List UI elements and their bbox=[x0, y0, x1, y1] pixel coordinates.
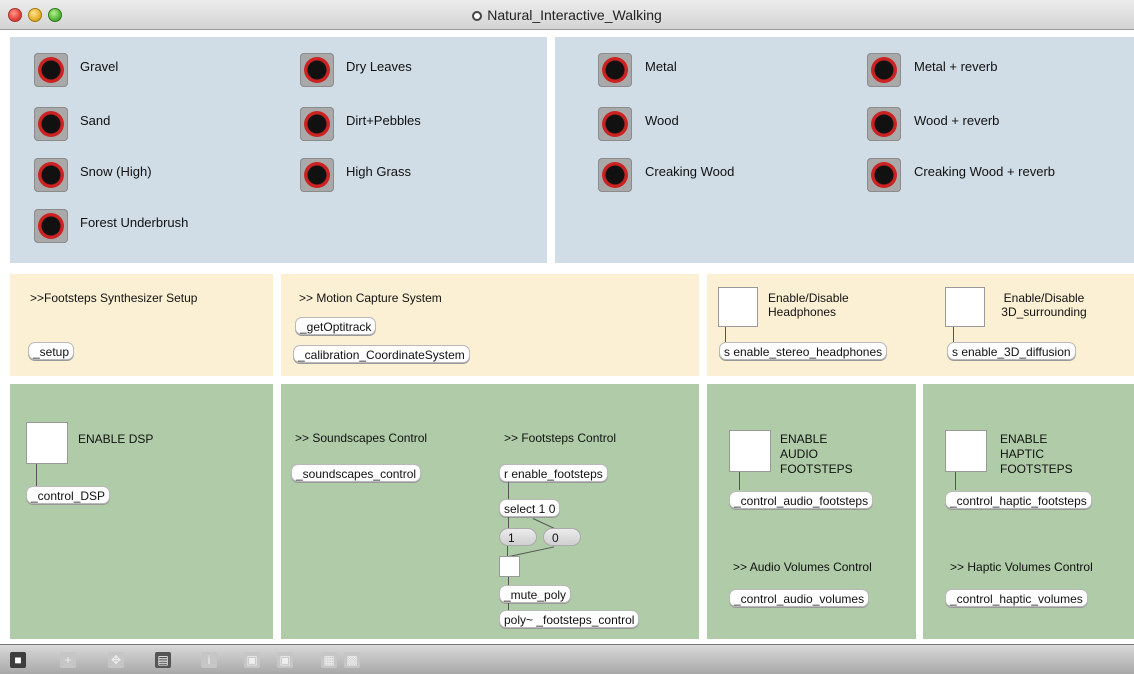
audio-footsteps-label: ENABLE AUDIO FOOTSTEPS bbox=[780, 432, 853, 476]
info-icon[interactable]: i bbox=[201, 652, 217, 668]
window-title: Natural_Interactive_Walking bbox=[0, 7, 1134, 23]
select-object[interactable]: select 1 0 bbox=[499, 499, 561, 517]
soundscapes-heading: >> Soundscapes Control bbox=[295, 431, 428, 445]
gravel-button[interactable] bbox=[34, 53, 68, 87]
high-grass-label: High Grass bbox=[346, 164, 412, 179]
metal-reverb-label: Metal + reverb bbox=[914, 59, 998, 74]
patcher-canvas: Gravel Sand Snow (High) Forest Underbrus… bbox=[0, 30, 1134, 644]
receive-enable-footsteps-object[interactable]: r enable_footsteps bbox=[499, 464, 608, 482]
surround-label: Enable/Disable 3D_surrounding bbox=[1001, 291, 1087, 319]
dsp-label: ENABLE DSP bbox=[78, 432, 154, 446]
grid-icon[interactable]: ▦ bbox=[321, 652, 337, 668]
solid-sounds-panel: Metal Wood Creaking Wood Metal + reverb … bbox=[555, 37, 1134, 263]
mute-poly-object[interactable]: _mute_poly bbox=[499, 585, 572, 603]
soundscapes-control-object[interactable]: _soundscapes_control bbox=[291, 464, 422, 482]
metal-button[interactable] bbox=[598, 53, 632, 87]
forest-underbrush-button[interactable] bbox=[34, 209, 68, 243]
setup-object[interactable]: _setup bbox=[28, 342, 75, 360]
wood-reverb-label: Wood + reverb bbox=[914, 113, 1000, 128]
sand-button[interactable] bbox=[34, 107, 68, 141]
message-0[interactable]: 0 bbox=[543, 528, 581, 546]
haptic-footsteps-toggle[interactable] bbox=[945, 430, 987, 472]
audio-footsteps-toggle[interactable] bbox=[729, 430, 771, 472]
dsp-panel: ENABLE DSP _control_DSP bbox=[10, 384, 273, 639]
control-audio-footsteps-object[interactable]: _control_audio_footsteps bbox=[729, 491, 874, 509]
add-icon[interactable]: + bbox=[60, 652, 76, 668]
gravel-label: Gravel bbox=[80, 59, 119, 74]
patch-cord bbox=[508, 517, 509, 528]
control-audio-volumes-object[interactable]: _control_audio_volumes bbox=[729, 589, 870, 607]
headphones-toggle[interactable] bbox=[718, 287, 758, 327]
patch-cord bbox=[955, 472, 956, 490]
audio-volumes-heading: >> Audio Volumes Control bbox=[733, 560, 872, 574]
creaking-wood-reverb-label: Creaking Wood + reverb bbox=[914, 164, 1056, 179]
metal-label: Metal bbox=[645, 59, 677, 74]
bottom-toolbar: ■ + ✥ ▤ i ▣ ▣ ▦ ▩ bbox=[0, 644, 1134, 674]
get-optitrack-object[interactable]: _getOptitrack bbox=[295, 317, 377, 335]
calibration-object[interactable]: _calibration_CoordinateSystem bbox=[293, 345, 470, 363]
mute-toggle[interactable] bbox=[499, 556, 520, 577]
haptic-volumes-heading: >> Haptic Volumes Control bbox=[950, 560, 1093, 574]
title-bar: Natural_Interactive_Walking bbox=[0, 0, 1134, 30]
move-icon[interactable]: ✥ bbox=[108, 652, 124, 668]
headphones-send-object[interactable]: s enable_stereo_headphones bbox=[719, 342, 888, 360]
wood-button[interactable] bbox=[598, 107, 632, 141]
message-1[interactable]: 1 bbox=[499, 528, 537, 546]
motion-capture-heading: >> Motion Capture System bbox=[299, 291, 442, 305]
control-haptic-footsteps-object[interactable]: _control_haptic_footsteps bbox=[945, 491, 1092, 509]
creaking-wood-button[interactable] bbox=[598, 158, 632, 192]
headphones-label: Enable/Disable Headphones bbox=[768, 291, 849, 319]
window-stack-icon[interactable]: ▣ bbox=[277, 652, 293, 668]
wood-reverb-button[interactable] bbox=[867, 107, 901, 141]
ground-sounds-panel: Gravel Sand Snow (High) Forest Underbrus… bbox=[10, 37, 547, 263]
dry-leaves-button[interactable] bbox=[300, 53, 334, 87]
patch-cord bbox=[739, 472, 740, 490]
output-panel: Enable/Disable Headphones s enable_stere… bbox=[707, 274, 1134, 376]
metal-reverb-button[interactable] bbox=[867, 53, 901, 87]
document-icon bbox=[472, 11, 483, 21]
patch-cord bbox=[508, 482, 509, 499]
surround-toggle[interactable] bbox=[945, 287, 985, 327]
snow-button[interactable] bbox=[34, 158, 68, 192]
dsp-toggle[interactable] bbox=[26, 422, 68, 464]
poly-footsteps-control-object[interactable]: poly~ _footsteps_control bbox=[499, 610, 640, 628]
setup-panel: >>Footsteps Synthesizer Setup _setup bbox=[10, 274, 273, 376]
window-title-text: Natural_Interactive_Walking bbox=[487, 7, 662, 23]
sand-label: Sand bbox=[80, 113, 111, 128]
dry-leaves-label: Dry Leaves bbox=[346, 59, 412, 74]
setup-heading: >>Footsteps Synthesizer Setup bbox=[30, 291, 198, 305]
window-icon[interactable]: ▣ bbox=[244, 652, 260, 668]
audio-footsteps-panel: ENABLE AUDIO FOOTSTEPS _control_audio_fo… bbox=[707, 384, 916, 639]
surround-send-object[interactable]: s enable_3D_diffusion bbox=[947, 342, 1076, 360]
creaking-wood-reverb-button[interactable] bbox=[867, 158, 901, 192]
patch-cord bbox=[508, 603, 509, 610]
patch-cord bbox=[725, 327, 726, 342]
control-haptic-volumes-object[interactable]: _control_haptic_volumes bbox=[945, 589, 1088, 607]
haptic-footsteps-label: ENABLE HAPTIC FOOTSTEPS bbox=[1000, 432, 1073, 476]
dirt-pebbles-label: Dirt+Pebbles bbox=[346, 113, 421, 128]
patch-cord bbox=[508, 577, 509, 585]
control-dsp-object[interactable]: _control_DSP bbox=[26, 486, 111, 504]
creaking-wood-label: Creaking Wood bbox=[645, 164, 735, 179]
forest-underbrush-label: Forest Underbrush bbox=[80, 215, 189, 230]
dirt-pebbles-button[interactable] bbox=[300, 107, 334, 141]
snap-icon[interactable]: ▩ bbox=[344, 652, 360, 668]
lock-icon[interactable]: ■ bbox=[10, 652, 26, 668]
presentation-icon[interactable]: ▤ bbox=[155, 652, 171, 668]
wood-label: Wood bbox=[645, 113, 679, 128]
patch-cord bbox=[36, 464, 37, 486]
high-grass-button[interactable] bbox=[300, 158, 334, 192]
snow-label: Snow (High) bbox=[80, 164, 152, 179]
motion-capture-panel: >> Motion Capture System _getOptitrack _… bbox=[281, 274, 699, 376]
footsteps-heading: >> Footsteps Control bbox=[504, 431, 617, 445]
soundscapes-footsteps-panel: >> Soundscapes Control _soundscapes_cont… bbox=[281, 384, 699, 639]
haptic-footsteps-panel: ENABLE HAPTIC FOOTSTEPS _control_haptic_… bbox=[923, 384, 1134, 639]
patch-cord bbox=[953, 327, 954, 342]
